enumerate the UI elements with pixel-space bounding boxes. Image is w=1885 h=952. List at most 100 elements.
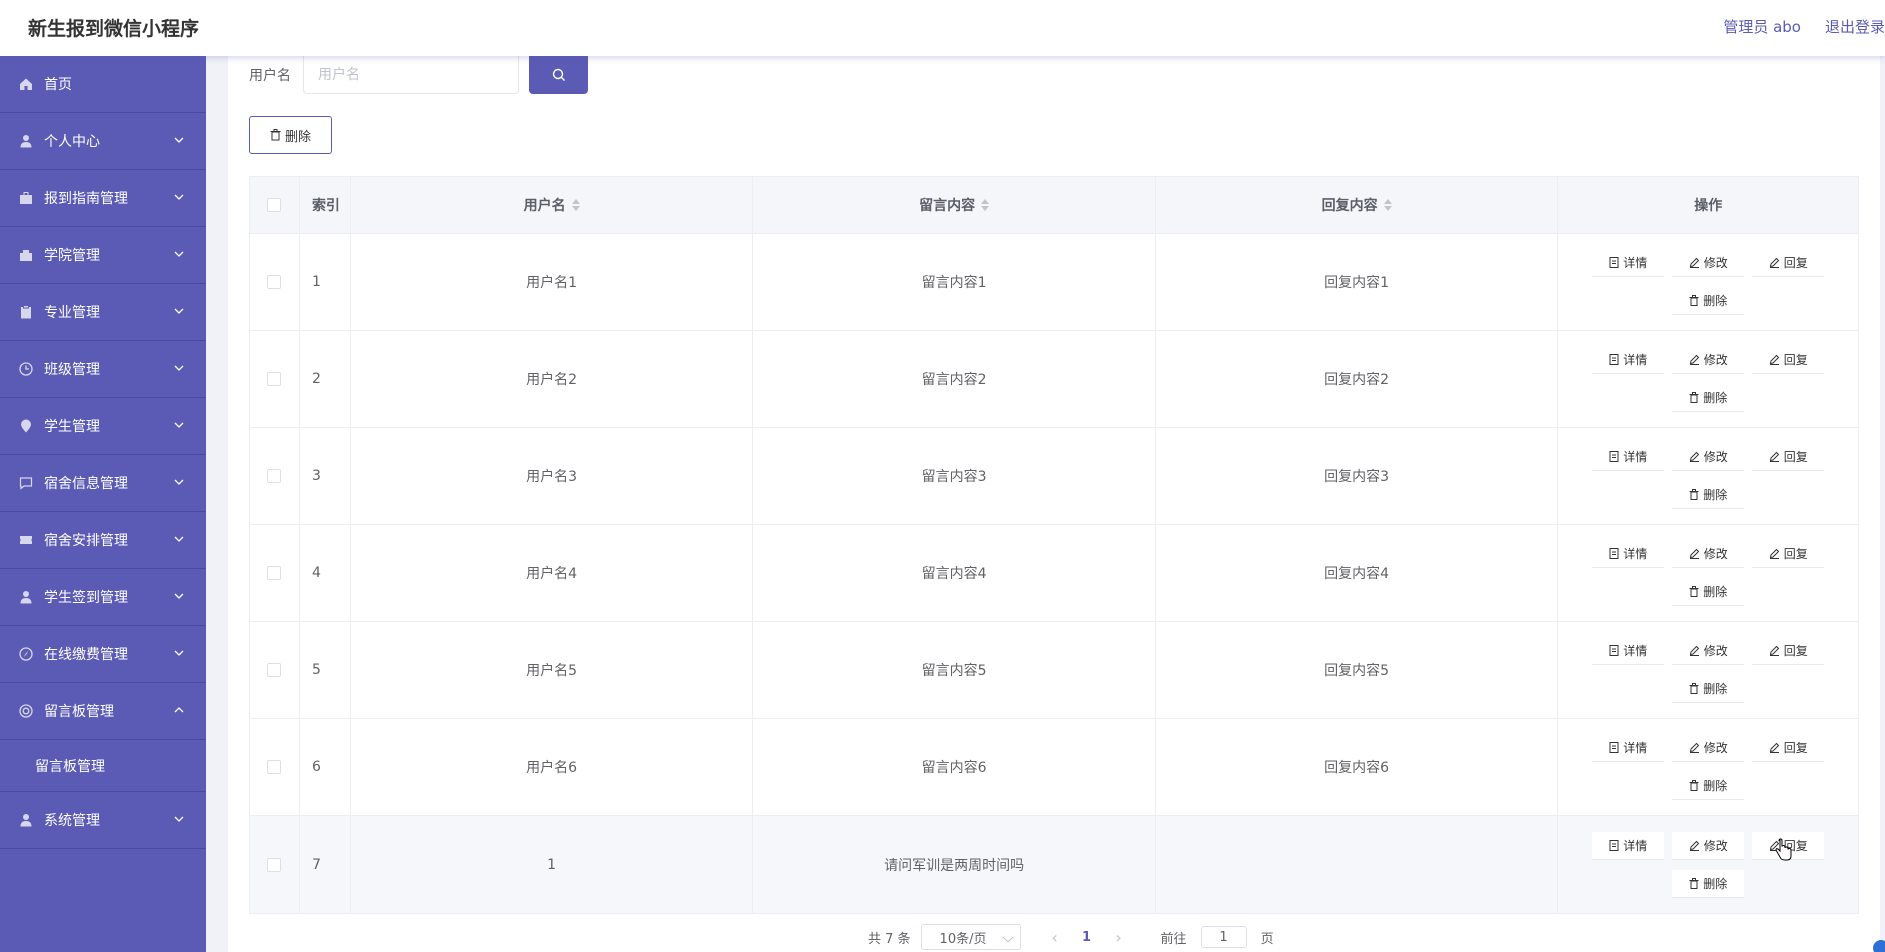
detail-button[interactable]: 详情	[1592, 249, 1665, 277]
edit-button[interactable]: 修改	[1672, 346, 1745, 374]
reply-button[interactable]: 回复	[1752, 443, 1825, 471]
table-row[interactable]: 1 用户名1 留言内容1 回复内容1 详情 修改 回复 删除	[250, 234, 1858, 331]
chevron-down-icon	[174, 536, 184, 542]
reply-button[interactable]: 回复	[1752, 734, 1825, 762]
delete-button[interactable]: 删除	[1672, 772, 1745, 800]
edit-button[interactable]: 修改	[1672, 249, 1745, 277]
row-message: 留言内容2	[753, 331, 1156, 427]
logout-link[interactable]: 退出登录	[1825, 16, 1885, 37]
sidebar-subitem-message-board[interactable]: 留言板管理	[0, 740, 206, 792]
sort-icon[interactable]	[571, 199, 580, 211]
sidebar-item[interactable]: 班级管理	[0, 341, 206, 398]
delete-button[interactable]: 删除	[1672, 481, 1745, 509]
app-title: 新生报到微信小程序	[28, 18, 200, 40]
search-input[interactable]	[303, 56, 519, 94]
detail-button[interactable]: 详情	[1592, 831, 1665, 860]
table-row[interactable]: 3 用户名3 留言内容3 回复内容3 详情 修改 回复 删除	[250, 428, 1858, 525]
sidebar-item[interactable]: 在线缴费管理	[0, 626, 206, 683]
table-header-row: 索引 用户名 留言内容 回复内容 操作	[250, 177, 1858, 234]
user-icon	[18, 589, 34, 605]
sidebar-item[interactable]: 宿舍信息管理	[0, 455, 206, 512]
page-size-select[interactable]: 10条/页	[920, 924, 1021, 950]
sidebar-item[interactable]: 学生签到管理	[0, 569, 206, 626]
header-username-label: 用户名	[523, 198, 566, 214]
search-label: 用户名	[249, 68, 291, 84]
edit-button[interactable]: 修改	[1672, 831, 1745, 860]
edit-button[interactable]: 修改	[1672, 540, 1745, 568]
sidebar-item[interactable]: 宿舍安排管理	[0, 512, 206, 569]
next-page-button[interactable]: ›	[1109, 928, 1129, 947]
row-message: 留言内容3	[753, 428, 1156, 524]
delete-button[interactable]: 删除	[1672, 578, 1745, 606]
row-checkbox[interactable]	[267, 275, 282, 289]
trash-icon	[1689, 780, 1699, 791]
sidebar-item[interactable]: 专业管理	[0, 284, 206, 341]
ops-line: 详情 修改 回复	[1592, 540, 1825, 568]
delete-button[interactable]: 删除	[1672, 384, 1745, 412]
search-button[interactable]	[529, 56, 588, 94]
document-icon	[1609, 742, 1619, 753]
table-row[interactable]: 5 用户名5 留言内容5 回复内容5 详情 修改 回复 删除	[250, 622, 1858, 719]
sidebar-item[interactable]: 报到指南管理	[0, 170, 206, 227]
sidebar-item[interactable]: 留言板管理	[0, 683, 206, 740]
delete-button[interactable]: 删除	[1672, 675, 1745, 703]
search-bar: 用户名	[249, 56, 588, 94]
reply-button[interactable]: 回复	[1752, 637, 1825, 665]
select-all-checkbox[interactable]	[267, 198, 282, 212]
row-checkbox[interactable]	[267, 566, 282, 580]
page-number[interactable]: 1	[1075, 930, 1099, 945]
header-reply[interactable]: 回复内容	[1156, 177, 1559, 233]
sidebar-item[interactable]: 学生管理	[0, 398, 206, 455]
goto-page-input[interactable]	[1200, 926, 1247, 948]
detail-button[interactable]: 详情	[1592, 637, 1665, 665]
table-row[interactable]: 6 用户名6 留言内容6 回复内容6 详情 修改 回复 删除	[250, 719, 1858, 816]
sidebar-item[interactable]: 系统管理	[0, 792, 206, 849]
pencil-icon	[1689, 257, 1699, 268]
header-message[interactable]: 留言内容	[753, 177, 1156, 233]
table-row[interactable]: 2 用户名2 留言内容2 回复内容2 详情 修改 回复 删除	[250, 331, 1858, 428]
reply-button[interactable]: 回复	[1752, 346, 1825, 374]
row-checkbox[interactable]	[267, 760, 282, 774]
row-checkbox[interactable]	[267, 663, 282, 677]
edit-button-label: 修改	[1703, 741, 1728, 755]
sidebar-item[interactable]: 首页	[0, 56, 206, 113]
chevron-up-icon	[174, 707, 184, 713]
table-row[interactable]: 7 1 请问军训是两周时间吗 详情 修改 回复 删除	[250, 816, 1858, 913]
reply-button[interactable]: 回复	[1752, 540, 1825, 568]
row-select-cell	[250, 816, 300, 913]
row-checkbox[interactable]	[267, 469, 282, 483]
row-reply: 回复内容6	[1156, 719, 1559, 815]
table-row[interactable]: 4 用户名4 留言内容4 回复内容4 详情 修改 回复 删除	[250, 525, 1858, 622]
chevron-down-icon	[174, 422, 184, 428]
delete-button[interactable]: 删除	[1672, 869, 1745, 898]
sidebar-item[interactable]: 学院管理	[0, 227, 206, 284]
admin-user-link[interactable]: 管理员 abo	[1723, 16, 1801, 37]
row-ops: 详情 修改 回复 删除	[1558, 428, 1858, 524]
delete-button-label: 删除	[1703, 391, 1728, 405]
trash-icon	[1689, 295, 1699, 306]
batch-delete-button[interactable]: 删除	[249, 116, 332, 154]
row-checkbox[interactable]	[267, 372, 282, 386]
row-username: 1	[351, 816, 754, 913]
delete-button[interactable]: 删除	[1672, 287, 1745, 315]
edit-button[interactable]: 修改	[1672, 443, 1745, 471]
detail-button[interactable]: 详情	[1592, 734, 1665, 762]
prev-page-button[interactable]: ‹	[1045, 928, 1065, 947]
sidebar-item[interactable]: 个人中心	[0, 113, 206, 170]
edit-button-label: 修改	[1703, 256, 1728, 270]
reply-button[interactable]: 回复	[1752, 249, 1825, 277]
building-icon	[18, 247, 34, 263]
edit-button[interactable]: 修改	[1672, 637, 1745, 665]
detail-button[interactable]: 详情	[1592, 540, 1665, 568]
detail-button[interactable]: 详情	[1592, 443, 1665, 471]
ops-line: 删除	[1672, 869, 1745, 898]
sort-icon[interactable]	[1383, 199, 1392, 211]
row-checkbox[interactable]	[267, 857, 282, 872]
goto-prefix: 前往	[1160, 931, 1187, 947]
header-username[interactable]: 用户名	[351, 177, 754, 233]
sort-icon[interactable]	[981, 199, 990, 211]
message-table: 索引 用户名 留言内容 回复内容 操作 1 用户名1 留言内容1 回复内容1 详情 修改回…	[249, 176, 1859, 914]
edit-button[interactable]: 修改	[1672, 734, 1745, 762]
detail-button[interactable]: 详情	[1592, 346, 1665, 374]
detail-button-label: 详情	[1623, 353, 1648, 367]
